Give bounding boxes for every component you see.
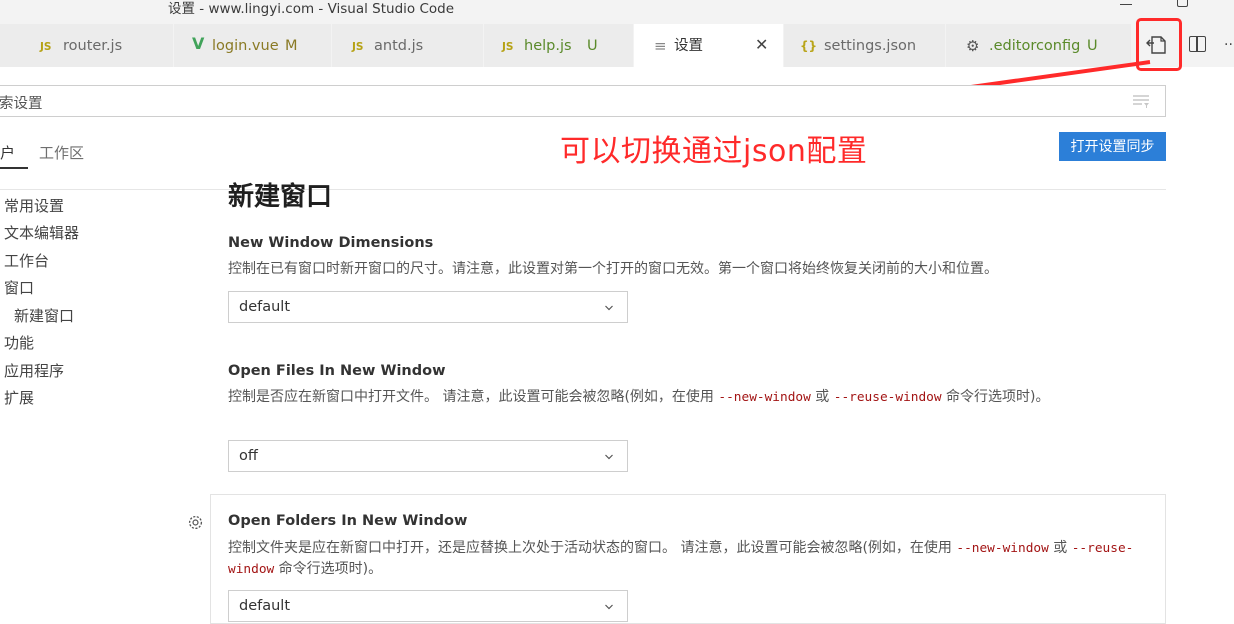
toc-item-extensions[interactable]: 扩展 bbox=[4, 387, 34, 408]
new-window-dimensions-select[interactable]: default bbox=[228, 291, 628, 323]
filter-icon[interactable] bbox=[1131, 93, 1151, 109]
setting-title: Open Folders In New Window bbox=[228, 513, 468, 529]
setting-description: 控制在已有窗口时新开窗口的尺寸。请注意，此设置对第一个打开的窗口无效。第一个窗口… bbox=[228, 261, 998, 277]
header-divider bbox=[0, 189, 1166, 190]
search-text: 索设置 bbox=[0, 96, 43, 112]
settings-sync-button[interactable]: 打开设置同步 bbox=[1059, 132, 1166, 161]
chevron-down-icon bbox=[605, 305, 613, 311]
open-folders-in-new-window-select[interactable]: default bbox=[228, 590, 628, 622]
toc-item-window[interactable]: 窗口 bbox=[4, 277, 34, 298]
toc-item-common[interactable]: 常用设置 bbox=[4, 195, 64, 216]
setting-title: Open Files In New Window bbox=[228, 363, 446, 379]
chevron-down-icon bbox=[605, 454, 613, 460]
active-tab-indicator bbox=[0, 167, 28, 169]
chevron-down-icon bbox=[605, 604, 613, 610]
tab-workspace[interactable]: 工作区 bbox=[39, 142, 84, 163]
tab-user[interactable]: 户 bbox=[0, 142, 15, 163]
toc-item-application[interactable]: 应用程序 bbox=[4, 360, 64, 381]
toc-item-text-editor[interactable]: 文本编辑器 bbox=[4, 222, 79, 243]
toc-item-new-window[interactable]: 新建窗口 bbox=[14, 305, 74, 326]
setting-gear-icon[interactable] bbox=[186, 513, 205, 532]
setting-description: 控制文件夹是应在新窗口中打开，还是应替换上次处于活动状态的窗口。 请注意，此设置… bbox=[228, 540, 1134, 577]
setting-title: New Window Dimensions bbox=[228, 235, 434, 251]
search-settings-input[interactable]: 索设置 bbox=[0, 85, 1166, 117]
code-snippet: --reuse-window bbox=[833, 390, 942, 405]
select-value: off bbox=[239, 448, 258, 464]
open-files-in-new-window-select[interactable]: off bbox=[228, 440, 628, 472]
section-heading: 新建窗口 bbox=[228, 182, 333, 212]
annotation-text: 可以切换通过json配置 bbox=[560, 134, 868, 169]
toc-item-workbench[interactable]: 工作台 bbox=[4, 250, 49, 271]
code-snippet: --new-window bbox=[956, 541, 1049, 556]
setting-description: 控制是否应在新窗口中打开文件。 请注意，此设置可能会被忽略(例如，在使用 --n… bbox=[228, 389, 1050, 405]
toc-item-features[interactable]: 功能 bbox=[4, 332, 34, 353]
code-snippet: --new-window bbox=[718, 390, 811, 405]
select-value: default bbox=[239, 598, 291, 614]
select-value: default bbox=[239, 299, 291, 315]
